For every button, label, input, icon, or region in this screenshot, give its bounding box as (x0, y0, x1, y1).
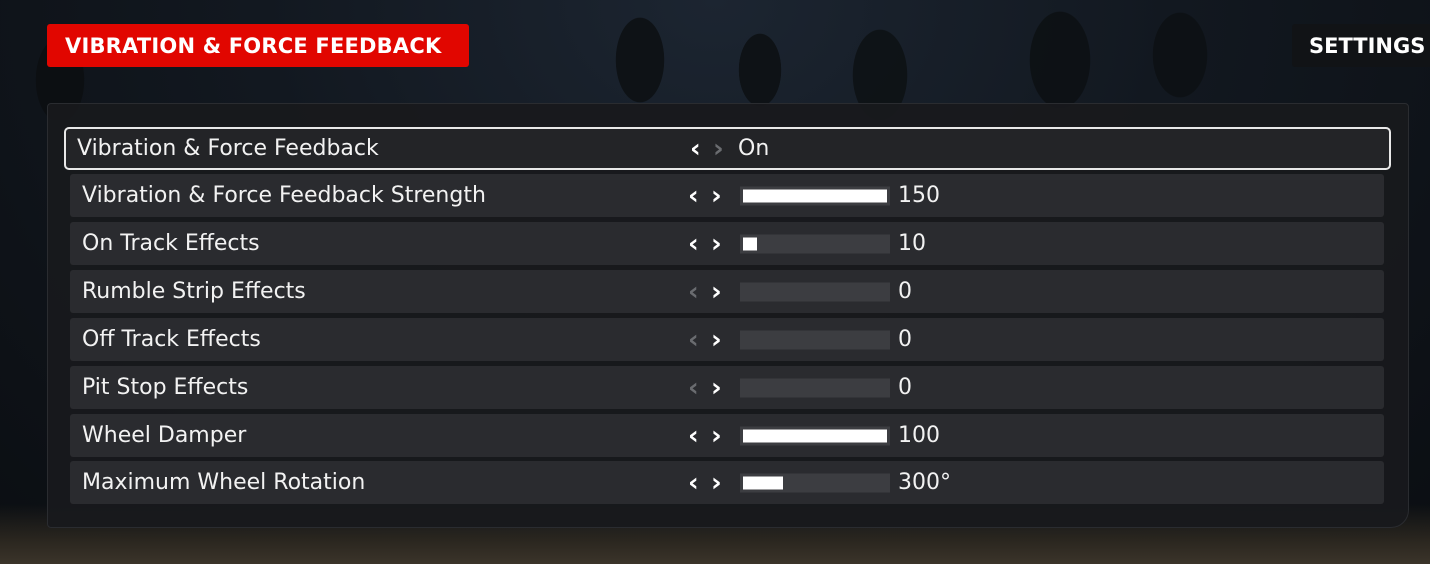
chevron-right-icon[interactable]: › (711, 183, 722, 209)
setting-label: Off Track Effects (82, 327, 261, 352)
setting-row[interactable]: Pit Stop Effects ‹ › 0 (70, 366, 1384, 409)
chevron-left-icon[interactable]: ‹ (688, 327, 699, 353)
setting-value: On (738, 136, 770, 161)
setting-row[interactable]: Maximum Wheel Rotation ‹ › 300° (70, 461, 1384, 504)
setting-label: Pit Stop Effects (82, 375, 249, 400)
chevron-right-icon[interactable]: › (711, 327, 722, 353)
slider-track[interactable] (740, 378, 890, 397)
chevron-left-icon[interactable]: ‹ (688, 375, 699, 401)
setting-value: 300° (898, 470, 951, 495)
tab-settings[interactable]: SETTINGS (1292, 24, 1430, 67)
slider-fill (743, 429, 887, 442)
setting-row[interactable]: Off Track Effects ‹ › 0 (70, 318, 1384, 361)
setting-value: 150 (898, 183, 940, 208)
chevron-right-icon[interactable]: › (711, 231, 722, 257)
setting-value: 10 (898, 231, 926, 256)
setting-value: 0 (898, 279, 912, 304)
setting-row[interactable]: Vibration & Force Feedback ‹ › On (64, 127, 1391, 170)
slider-track[interactable] (740, 186, 890, 205)
chevron-left-icon[interactable]: ‹ (688, 470, 699, 496)
setting-label: Rumble Strip Effects (82, 279, 306, 304)
setting-label: Wheel Damper (82, 423, 247, 448)
slider-track[interactable] (740, 330, 890, 349)
setting-row[interactable]: Rumble Strip Effects ‹ › 0 (70, 270, 1384, 313)
chevron-right-icon[interactable]: › (711, 279, 722, 305)
slider-track[interactable] (740, 426, 890, 445)
chevron-right-icon[interactable]: › (711, 423, 722, 449)
setting-value: 100 (898, 423, 940, 448)
chevron-right-icon[interactable]: › (711, 375, 722, 401)
chevron-left-icon[interactable]: ‹ (690, 136, 701, 162)
setting-label: Vibration & Force Feedback Strength (82, 183, 486, 208)
slider-track[interactable] (740, 282, 890, 301)
chevron-left-icon[interactable]: ‹ (688, 231, 699, 257)
setting-row[interactable]: Wheel Damper ‹ › 100 (70, 414, 1384, 457)
chevron-left-icon[interactable]: ‹ (688, 423, 699, 449)
setting-row[interactable]: Vibration & Force Feedback Strength ‹ › 150 (70, 174, 1384, 217)
setting-row[interactable]: On Track Effects ‹ › 10 (70, 222, 1384, 265)
slider-fill (743, 476, 783, 489)
setting-label: Vibration & Force Feedback (77, 136, 379, 161)
chevron-right-icon[interactable]: › (713, 136, 724, 162)
slider-fill (743, 189, 887, 202)
page-title: VIBRATION & FORCE FEEDBACK (47, 24, 469, 67)
chevron-left-icon[interactable]: ‹ (688, 183, 699, 209)
setting-value: 0 (898, 375, 912, 400)
slider-fill (743, 237, 757, 250)
setting-label: On Track Effects (82, 231, 260, 256)
setting-value: 0 (898, 327, 912, 352)
slider-track[interactable] (740, 234, 890, 253)
setting-label: Maximum Wheel Rotation (82, 470, 366, 495)
chevron-left-icon[interactable]: ‹ (688, 279, 699, 305)
chevron-right-icon[interactable]: › (711, 470, 722, 496)
slider-track[interactable] (740, 473, 890, 492)
